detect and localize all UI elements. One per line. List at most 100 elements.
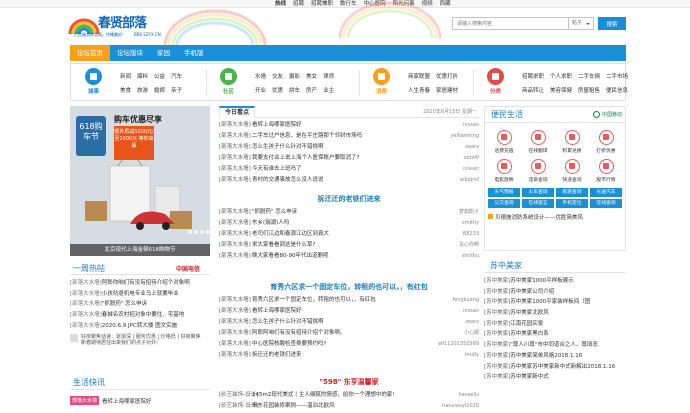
row-author[interactable]: smithy xyxy=(434,218,479,229)
service-item[interactable]: 股市行情 xyxy=(589,159,623,183)
row-author[interactable]: smithu xyxy=(434,251,479,262)
category-link[interactable]: 交友 xyxy=(272,72,283,80)
row-author[interactable]: zearv xyxy=(434,317,479,328)
category-link[interactable]: 美容保健 xyxy=(550,86,572,94)
item-text[interactable]: 苏中美家1000平家装样板间（图 xyxy=(510,299,590,305)
list-item[interactable]: [苏中美家]苏中美家1000平样板展示 xyxy=(484,276,626,287)
row-title[interactable]: 我要支付业上说上海个人医保账户要取消了? xyxy=(252,153,434,164)
row-tag[interactable]: [部落大水墙] xyxy=(219,339,252,350)
row-author[interactable]: aibojrof xyxy=(434,175,479,186)
item-text[interactable]: 江南花园实景 xyxy=(510,321,543,327)
list-item[interactable]: [苏中美家]苏中美家苏中美家新中式新解出2018.1.16 xyxy=(484,362,626,373)
list-item[interactable]: [部落大水墙]春城名农村招对象中要住、宅基地 xyxy=(70,310,210,321)
row-tag[interactable]: [部落大水墙] xyxy=(219,153,252,164)
row-title[interactable]: 怎么生孩子什么针对不错挑啊 xyxy=(252,142,434,153)
category-link[interactable]: 公益 xyxy=(154,72,165,80)
category-link[interactable]: 招聘求职 xyxy=(522,72,544,80)
headline[interactable]: 拆迁迁的老铁们进来 xyxy=(219,194,479,204)
row-title[interactable]: "抓脱药" 怎么申诉 xyxy=(252,207,434,218)
row-author[interactable]: 小心期 xyxy=(434,328,479,339)
list-item[interactable]: [苏中美家]江南花园实景 xyxy=(484,319,626,330)
category-link[interactable]: 汽车 xyxy=(171,72,182,80)
list-item[interactable]: [苏中美家]苏中美家简单风格2018.1.16 xyxy=(484,351,626,362)
row-tag[interactable]: [砂艺装饰-设计] xyxy=(219,390,258,401)
row-tag[interactable]: [部落大水墙] xyxy=(219,142,252,153)
row-tag[interactable]: [部落大水墙] xyxy=(219,229,252,240)
row-tag[interactable]: [砂艺装饰-设计] xyxy=(219,401,258,412)
row-title[interactable]: 拆迁迁的老铁们进来 xyxy=(252,350,434,361)
category-link[interactable]: 业主 xyxy=(323,86,334,94)
service-button[interactable]: 手机定位 xyxy=(556,199,588,208)
service-item[interactable]: 积累兑换 xyxy=(555,130,589,154)
row-tag[interactable]: [部落大水墙] xyxy=(219,218,252,229)
row-author[interactable]: tmdly xyxy=(434,350,479,361)
top-link[interactable]: 热线 xyxy=(275,0,286,8)
nav-item[interactable]: 手机版 xyxy=(177,45,211,61)
service-button[interactable]: 在线留言 xyxy=(522,199,554,208)
row-title[interactable]: 老司们江边和春源江边区到真大 xyxy=(252,229,434,240)
row-title[interactable]: 145m2现代美式丨主人细腻的情感，给你一个理想中的家! xyxy=(252,390,434,401)
row-tag[interactable]: [部落大水墙] xyxy=(219,328,252,339)
table-row[interactable]: [部落大水墙] "抓脱药" 怎么申诉 梦如影子 xyxy=(219,207,479,218)
banner-dot[interactable] xyxy=(194,230,198,234)
row-title[interactable]: 二手车过户信息，是在平庄路那个邻封市场吗 xyxy=(252,131,434,142)
list-item[interactable]: [部落大水墙]小孩劝退机电专业马上就要毕业 xyxy=(70,289,210,300)
item-text[interactable]: 苏中美家北欧风 xyxy=(510,310,549,316)
list-item[interactable]: [部落大水墙]"抓脱药" 怎么申诉 xyxy=(70,299,210,310)
list-item[interactable]: [苏中美家]苏中美家北欧风 xyxy=(484,308,626,319)
table-row[interactable]: [部落大水墙] 育秀六区求一个固定车位，转租的也可以，，有红包 fengkuang xyxy=(219,295,479,306)
search-button[interactable]: 搜索 xyxy=(598,17,626,30)
row-author[interactable]: nissan xyxy=(434,306,479,317)
item-text[interactable]: 苏中美家新中式 xyxy=(510,374,549,380)
row-title[interactable]: 阿郎阿咱们有没有招待介绍个对象啊。 xyxy=(252,328,434,339)
row-author[interactable]: yellowming xyxy=(434,131,479,142)
row-tag[interactable]: [部落大水墙] xyxy=(219,240,252,251)
row-author[interactable]: fengkuang xyxy=(434,295,480,306)
service-item[interactable]: 在线翻译 xyxy=(521,130,555,154)
service-item[interactable]: 快递查询 xyxy=(555,159,589,183)
service-button[interactable]: 航班查询 xyxy=(556,188,588,197)
category-link[interactable]: 亲子 xyxy=(171,86,182,94)
list-item[interactable]: [苏中美家]苏中美家新中式 xyxy=(484,372,626,383)
table-row[interactable]: [部落大水墙] 晚大家看看80-90年代出道删呢 smithu xyxy=(219,251,479,262)
category-icon[interactable] xyxy=(373,68,390,85)
row-tag[interactable]: [部落大水墙] xyxy=(219,295,252,306)
table-row[interactable]: [部落大水墙] 二手车过户信息，是在平庄路那个邻封市场吗 yellowming xyxy=(219,131,479,142)
ad-item[interactable]: 好房聚焦话速：逐渐深 | 服务优惠 | 价格低 | 好房聚焦 新春期待居住出来我… xyxy=(70,332,210,346)
category-link[interactable]: 拼车 xyxy=(289,86,300,94)
nav-item[interactable]: 论坛版块 xyxy=(110,45,150,61)
category-link[interactable]: 个人求职 xyxy=(550,72,572,80)
row-author[interactable]: hanseliz xyxy=(434,390,480,401)
category-link[interactable]: 房屋租售 xyxy=(578,86,600,94)
row-tag[interactable]: [部落大水墙] xyxy=(219,207,252,218)
table-row[interactable]: [部落大水墙] 看转上海哪家医院好 nissan xyxy=(219,306,479,317)
item-text[interactable]: 阿郎你咱们有没有招待介绍个对象啊 xyxy=(102,280,190,286)
service-button[interactable]: 在线查询 xyxy=(590,199,622,208)
item-text[interactable]: 苏中美家1000平样板展示 xyxy=(510,278,574,284)
category-label[interactable]: 城事 xyxy=(79,87,108,95)
item-text[interactable]: 苏中美家黑白系 xyxy=(510,331,549,337)
category-link[interactable]: 爆料 xyxy=(137,72,148,80)
table-row[interactable]: [部落大水墙] 看转上海哪家医院好 nissan xyxy=(219,120,479,131)
item-text[interactable]: 小孩劝退机电专业马上就要毕业 xyxy=(102,291,179,297)
table-row[interactable]: [部落大水墙] 东乡(瑞湖)人吗 smithy xyxy=(219,218,479,229)
row-author[interactable]: nissan xyxy=(434,120,479,131)
category-link[interactable]: 便民信息 xyxy=(606,86,628,94)
row-tag[interactable]: [部落大水墙] xyxy=(219,175,252,186)
service-item[interactable]: 话费充值 xyxy=(487,130,521,154)
category-link[interactable]: 旅游 xyxy=(137,86,148,94)
banner-dot[interactable] xyxy=(188,230,192,234)
row-title[interactable]: 育秀六区求一个固定车位，转租的也可以，，有红包 xyxy=(252,295,434,306)
category-link[interactable]: 婚嫁 xyxy=(154,86,165,94)
row-title[interactable]: 东乡(瑞湖)人吗 xyxy=(252,218,434,229)
row-title[interactable]: 今天有谁去上班吗了 xyxy=(252,164,434,175)
service-button[interactable]: 天气预报 xyxy=(488,188,520,197)
category-label[interactable]: 分类 xyxy=(481,87,510,95)
row-tag[interactable]: [部落大水墙] xyxy=(219,251,252,262)
table-row[interactable]: [部落大水墙] 拆迁迁的老铁们进来 tmdly xyxy=(219,350,479,361)
row-title[interactable]: 恒东花园装修案例——温泊北欧风 xyxy=(252,401,434,412)
headline[interactable]: 育秀六区求一个固定车位，转租的也可以，，有红包 xyxy=(219,282,479,292)
category-link[interactable]: 开业 xyxy=(255,86,266,94)
service-item[interactable]: 打折优惠 xyxy=(589,130,623,154)
category-link[interactable]: 二手车辆 xyxy=(578,72,600,80)
